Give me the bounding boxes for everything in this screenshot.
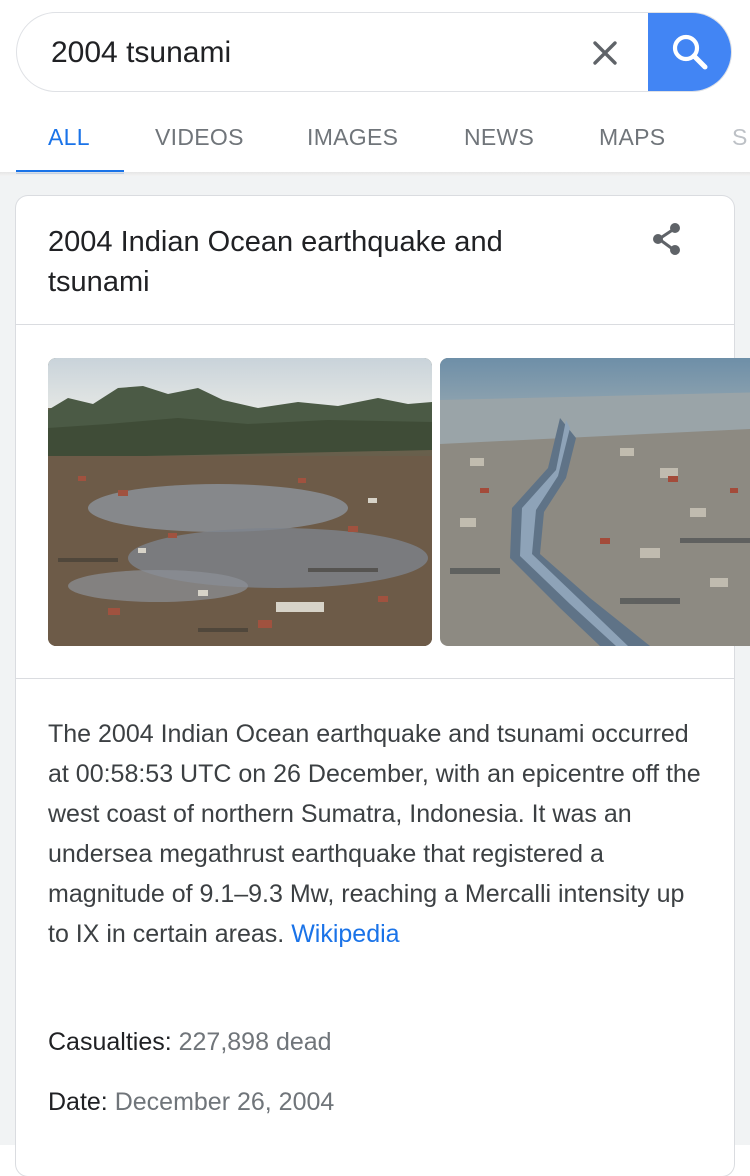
- knowledge-panel-title: 2004 Indian Ocean earthquake and tsunami: [48, 226, 503, 298]
- photo-canal-aerial[interactable]: [440, 358, 750, 646]
- tab-news[interactable]: NEWS: [464, 124, 534, 151]
- wikipedia-link[interactable]: Wikipedia: [291, 920, 399, 948]
- search-icon: [672, 34, 708, 70]
- search-button[interactable]: [648, 13, 731, 91]
- photo-flooded-town[interactable]: [48, 358, 432, 646]
- tab-shopping-partial[interactable]: S: [732, 124, 748, 151]
- tab-all[interactable]: ALL: [48, 124, 90, 151]
- search-header: ALL VIDEOS IMAGES NEWS MAPS S: [0, 0, 750, 176]
- search-bar: [16, 12, 732, 92]
- divider: [16, 324, 734, 325]
- fact-value: December 26, 2004: [114, 1088, 335, 1116]
- search-input[interactable]: [51, 35, 571, 71]
- photo-flooded-town-image: [48, 358, 432, 646]
- fact-label: Date:: [48, 1088, 108, 1116]
- fact-date: Date: December 26, 2004: [48, 1088, 334, 1117]
- share-icon: [653, 223, 680, 255]
- tab-maps[interactable]: MAPS: [599, 124, 665, 151]
- clear-search-button[interactable]: [585, 33, 625, 73]
- fact-label: Casualties:: [48, 1028, 172, 1056]
- divider: [16, 678, 734, 679]
- tab-videos[interactable]: VIDEOS: [155, 124, 244, 151]
- photo-canal-aerial-image: [440, 358, 750, 646]
- description-text: The 2004 Indian Ocean earthquake and tsu…: [48, 720, 701, 948]
- knowledge-panel-description: The 2004 Indian Ocean earthquake and tsu…: [48, 714, 708, 954]
- close-icon: [593, 41, 617, 65]
- search-tabs: ALL VIDEOS IMAGES NEWS MAPS S: [0, 110, 750, 174]
- knowledge-panel: 2004 Indian Ocean earthquake and tsunami…: [16, 196, 734, 1176]
- fact-value: 227,898 dead: [178, 1028, 332, 1056]
- fact-casualties: Casualties: 227,898 dead: [48, 1028, 332, 1057]
- share-button[interactable]: [648, 220, 688, 260]
- tab-images[interactable]: IMAGES: [307, 124, 398, 151]
- image-carousel: [48, 358, 750, 646]
